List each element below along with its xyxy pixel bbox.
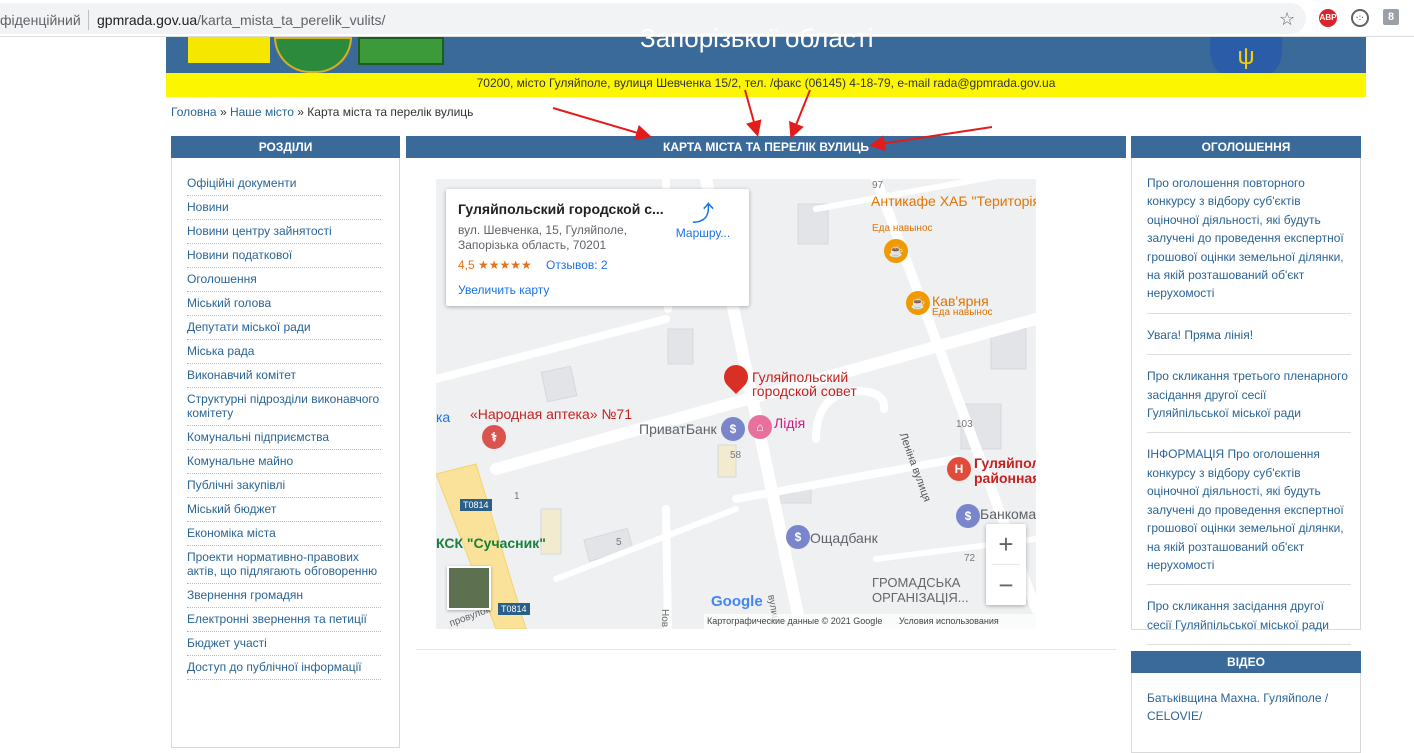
annotation-arrow — [869, 126, 993, 152]
annotation-arrows — [552, 89, 993, 152]
annotation-arrow — [744, 89, 762, 137]
annotation-arrow — [789, 89, 811, 139]
annotation-arrow — [552, 107, 652, 141]
